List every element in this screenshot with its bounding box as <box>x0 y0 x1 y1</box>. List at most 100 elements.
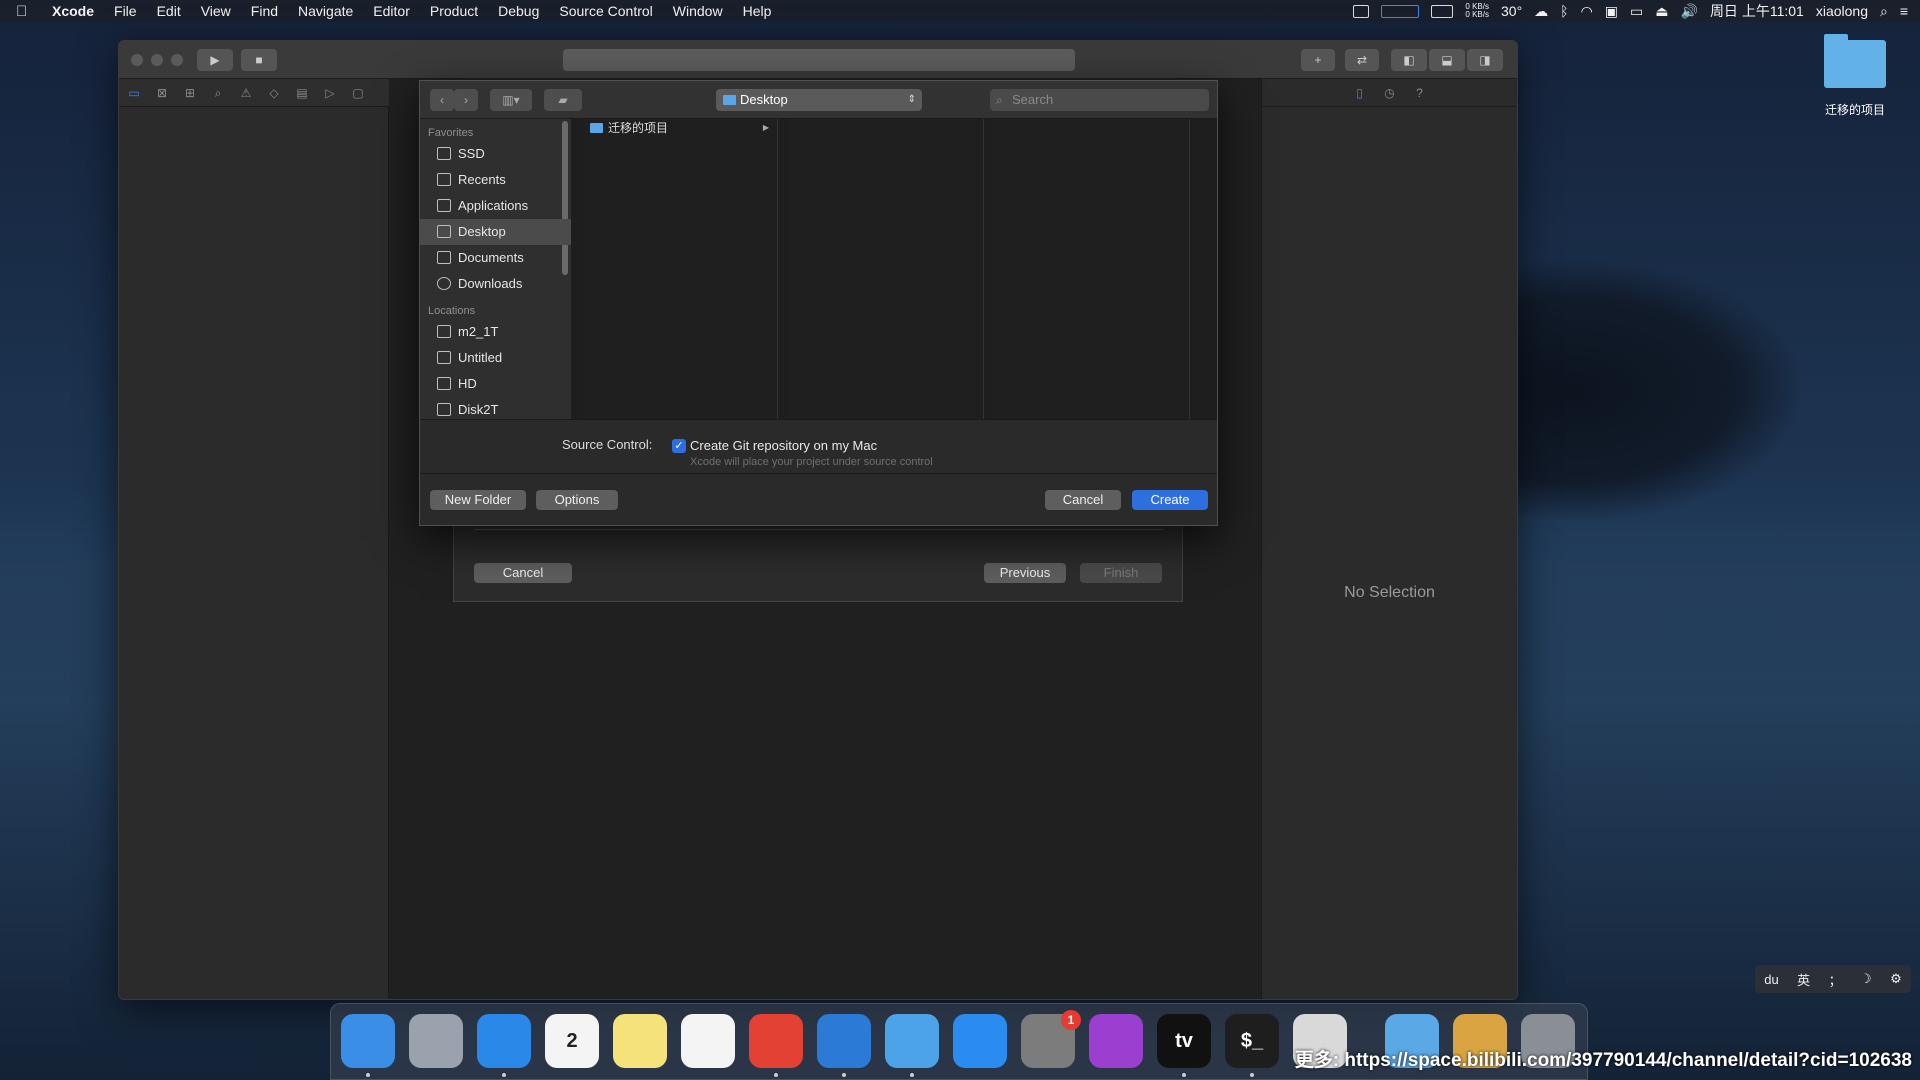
bluetooth-icon[interactable]: ᛒ <box>1560 3 1568 19</box>
toggle-navigator-button[interactable]: ◧ <box>1391 49 1427 71</box>
sidebar-item-disk2t[interactable]: Disk2T <box>420 397 571 419</box>
git-repo-checkbox[interactable]: ✓ <box>672 439 686 453</box>
wifi-icon[interactable]: ◠ <box>1581 3 1593 20</box>
ime-language-toggle[interactable]: 英 <box>1797 970 1810 989</box>
dock-finder-icon[interactable] <box>341 1014 395 1068</box>
folder-action-button[interactable]: ▰ <box>544 89 582 111</box>
navigator-tabs: ▭ ⊠ ⊞ ⌕ ⚠ ◇ ▤ ▷ ▢ <box>119 79 389 107</box>
new-folder-button[interactable]: New Folder <box>430 490 526 510</box>
dock-calendar-icon[interactable]: 2 <box>545 1014 599 1068</box>
dock-vs-code-icon[interactable] <box>817 1014 871 1068</box>
input-method-icon[interactable]: ▣ <box>1605 3 1618 20</box>
menu-edit[interactable]: Edit <box>157 3 181 19</box>
options-button[interactable]: Options <box>536 490 618 510</box>
dock-safari-icon[interactable] <box>477 1014 531 1068</box>
view-mode-button[interactable]: ▥▾ <box>490 89 532 111</box>
menu-source-control[interactable]: Source Control <box>559 3 652 19</box>
clock[interactable]: 周日 上午11:01 <box>1710 1 1804 21</box>
stop-button[interactable]: ■ <box>241 49 277 71</box>
report-navigator-icon[interactable]: ▢ <box>351 86 365 100</box>
minimize-window-button[interactable] <box>151 54 163 66</box>
dock-notes-icon[interactable] <box>613 1014 667 1068</box>
menu-editor[interactable]: Editor <box>373 3 410 19</box>
airplay-icon[interactable]: ▭ <box>1630 3 1643 20</box>
menu-product[interactable]: Product <box>430 3 478 19</box>
debug-navigator-icon[interactable]: ▤ <box>295 86 309 100</box>
ime-settings-icon[interactable]: ⚙ <box>1890 971 1902 987</box>
dock-system-preferences-icon[interactable]: 1 <box>1021 1010 1081 1068</box>
test-navigator-icon[interactable]: ◇ <box>267 86 281 100</box>
menu-find[interactable]: Find <box>251 3 278 19</box>
sheet-cancel-button[interactable]: Cancel <box>474 563 572 583</box>
ime-moon-icon[interactable]: ☽ <box>1860 971 1872 987</box>
run-button[interactable]: ▶ <box>197 49 233 71</box>
dock-app-store-icon[interactable] <box>953 1014 1007 1068</box>
history-inspector-icon[interactable]: ◷ <box>1383 86 1397 100</box>
code-review-button[interactable]: ⇄ <box>1345 49 1379 71</box>
sidebar-item-hd[interactable]: HD <box>420 371 571 397</box>
zoom-window-button[interactable] <box>171 54 183 66</box>
apple-menu-icon[interactable]:  <box>16 3 38 20</box>
file-inspector-icon[interactable]: ▯ <box>1353 86 1367 100</box>
control-center-icon[interactable]: ≡ <box>1900 3 1908 19</box>
sidebar-item-applications[interactable]: Applications <box>420 193 571 219</box>
menu-debug[interactable]: Debug <box>498 3 539 19</box>
menu-window[interactable]: Window <box>673 3 723 19</box>
desktop-folder-label[interactable]: 迁移的项目 <box>1800 101 1910 118</box>
close-window-button[interactable] <box>131 54 143 66</box>
project-navigator-icon[interactable]: ▭ <box>127 86 141 100</box>
git-repo-checkbox-label[interactable]: Create Git repository on my Mac <box>690 438 877 453</box>
back-button[interactable]: ‹ <box>430 89 454 111</box>
library-button[interactable]: + <box>1301 49 1335 71</box>
sidebar-item-recents[interactable]: Recents <box>420 167 571 193</box>
network-speed[interactable]: 0 KB/s 0 KB/s <box>1465 3 1489 19</box>
volume-icon[interactable]: 🔊 <box>1681 3 1698 20</box>
sidebar-item-untitled[interactable]: Untitled <box>420 345 571 371</box>
search-field[interactable]: ⌕ Search <box>990 89 1209 111</box>
forward-button[interactable]: › <box>454 89 478 111</box>
dock-terminal-icon[interactable]: $_ <box>1225 1014 1279 1068</box>
toggle-debug-area-button[interactable]: ⬓ <box>1429 49 1465 71</box>
sidebar-item-m2-1t[interactable]: m2_1T <box>420 319 571 345</box>
create-button[interactable]: Create <box>1132 490 1208 510</box>
dock-launchpad-icon[interactable] <box>409 1014 463 1068</box>
user-name[interactable]: xiaolong <box>1816 3 1868 19</box>
symbol-navigator-icon[interactable]: ⊞ <box>183 86 197 100</box>
finish-button[interactable]: Finish <box>1080 563 1162 583</box>
screen-record-icon[interactable] <box>1353 4 1370 18</box>
sidebar-item-downloads[interactable]: Downloads <box>420 271 571 297</box>
weather-cloud-icon[interactable]: ☁ <box>1534 3 1548 20</box>
cancel-button[interactable]: Cancel <box>1045 490 1121 510</box>
ime-logo-icon[interactable]: du <box>1764 972 1778 987</box>
menu-navigate[interactable]: Navigate <box>298 3 353 19</box>
menu-help[interactable]: Help <box>743 3 772 19</box>
source-control-navigator-icon[interactable]: ⊠ <box>155 86 169 100</box>
sidebar-item-ssd[interactable]: SSD <box>420 141 571 167</box>
dock-xcode-icon[interactable] <box>885 1014 939 1068</box>
cpu-graph-icon[interactable] <box>1381 4 1420 18</box>
eject-icon[interactable]: ⏏ <box>1655 3 1668 20</box>
ime-punctuation-toggle[interactable]: ； <box>1829 970 1842 989</box>
app-menu[interactable]: Xcode <box>52 3 94 19</box>
toggle-inspector-button[interactable]: ◨ <box>1467 49 1503 71</box>
dock-chrome-icon[interactable] <box>749 1014 803 1068</box>
desktop-folder-icon[interactable] <box>1824 34 1886 88</box>
dock-reminders-icon[interactable] <box>681 1014 735 1068</box>
issue-navigator-icon[interactable]: ⚠ <box>239 86 253 100</box>
memory-icon[interactable] <box>1431 4 1454 18</box>
sidebar-item-desktop[interactable]: Desktop <box>420 219 571 245</box>
sidebar-item-documents[interactable]: Documents <box>420 245 571 271</box>
menu-file[interactable]: File <box>114 3 137 19</box>
dock-podcasts-icon[interactable] <box>1089 1014 1143 1068</box>
dock-apple-tv-icon[interactable]: tv <box>1157 1014 1211 1068</box>
previous-button[interactable]: Previous <box>984 563 1066 583</box>
quick-help-icon[interactable]: ? <box>1413 86 1427 100</box>
temperature[interactable]: 30° <box>1501 3 1522 19</box>
running-indicator <box>1250 1073 1254 1077</box>
spotlight-icon[interactable]: ⌕ <box>1880 3 1888 20</box>
menu-view[interactable]: View <box>201 3 231 19</box>
list-item[interactable]: 迁移的项目 ▶ <box>582 119 777 137</box>
find-navigator-icon[interactable]: ⌕ <box>211 86 225 100</box>
breakpoint-navigator-icon[interactable]: ▷ <box>323 86 337 100</box>
location-popup[interactable]: Desktop ⇕ <box>716 89 922 111</box>
